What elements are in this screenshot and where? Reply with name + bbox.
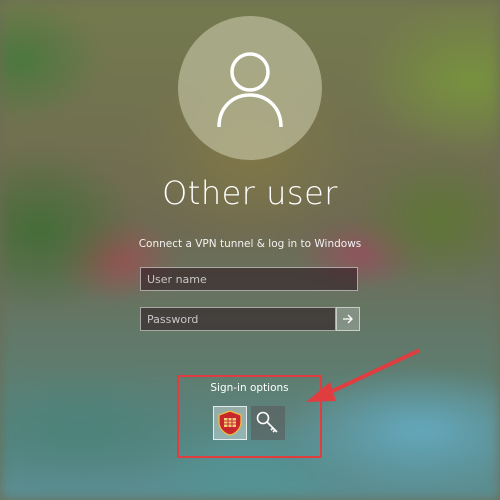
password-input[interactable]	[140, 307, 336, 331]
annotation-arrow	[306, 349, 420, 402]
password-signin-option-button[interactable]	[251, 406, 285, 440]
page-title: Other user	[162, 174, 338, 212]
arrow-right-icon	[343, 314, 353, 324]
submit-button[interactable]	[336, 307, 360, 331]
vpn-shield-icon	[218, 410, 242, 436]
vpn-subtitle: Connect a VPN tunnel & log in to Windows	[138, 238, 362, 250]
vpn-signin-option-button[interactable]	[213, 406, 247, 440]
username-input[interactable]	[140, 267, 358, 291]
person-icon	[217, 52, 283, 128]
user-avatar	[178, 16, 322, 160]
key-icon	[256, 411, 278, 433]
